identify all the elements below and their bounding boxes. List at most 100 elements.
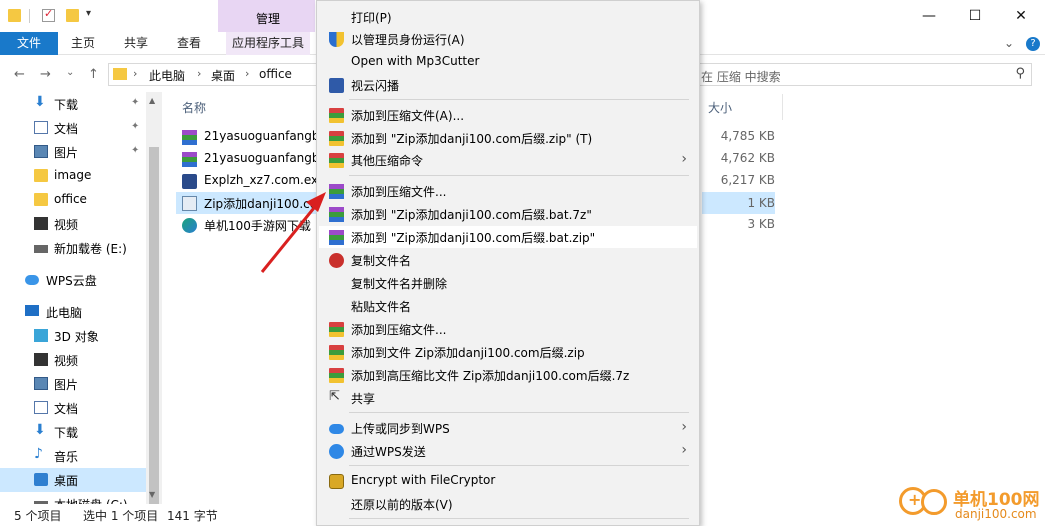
close-button[interactable]: ✕ (998, 4, 1044, 28)
folder-icon[interactable] (8, 9, 21, 22)
menu-item-other-compress[interactable]: 其他压缩命令 › (319, 149, 697, 171)
edge-icon (182, 218, 197, 233)
nav-item-3d-objects[interactable]: 3D 对象 (0, 324, 146, 348)
winrar-icon (329, 108, 344, 123)
search-icon: ⚲ (1015, 66, 1025, 81)
nav-item-drive-e[interactable]: 新加载卷 (E:) (0, 236, 146, 260)
nav-item-documents[interactable]: 文档 ✦ (0, 116, 146, 140)
menu-item-7z-add[interactable]: 添加到压缩文件... (319, 180, 697, 202)
file-size: 4,762 KB (720, 151, 775, 165)
separator (29, 9, 30, 23)
exe-icon (182, 174, 197, 189)
navigation-pane: ⬇ 下载 ✦ 文档 ✦ 图片 ✦ image office 视频 新加载卷 (E… (0, 92, 162, 504)
archive-icon (329, 207, 344, 222)
scroll-up-icon[interactable]: ▲ (149, 96, 155, 105)
menu-item-7z-add-zip[interactable]: 添加到 "Zip添加danji100.com后缀.bat.zip" (319, 226, 697, 248)
nav-item-desktop[interactable]: 桌面 (0, 468, 146, 492)
search-input[interactable]: 在 压缩 中搜索 ⚲ (696, 63, 1032, 86)
manage-tab[interactable]: 管理 (218, 0, 315, 32)
column-divider[interactable] (782, 94, 783, 120)
file-row-selected[interactable]: Zip添加danji100.com (176, 192, 330, 214)
drive-icon (34, 245, 48, 253)
menu-item-print[interactable]: 打印(P) (319, 6, 697, 28)
recent-locations-button[interactable]: ⌄ (66, 67, 74, 78)
menu-item-filecryptor[interactable]: Encrypt with FileCryptor (319, 470, 697, 492)
minimize-button[interactable]: — (906, 4, 952, 28)
column-header-size[interactable]: 大小 (708, 99, 732, 116)
logo-plus: + (908, 490, 922, 509)
menu-item-bandizip-add-zip[interactable]: 添加到文件 Zip添加danji100.com后缀.zip (319, 341, 697, 363)
bandizip-icon (329, 368, 344, 383)
nav-item-videos-pc[interactable]: 视频 (0, 348, 146, 372)
chevron-down-icon[interactable]: ⌄ (1004, 36, 1014, 50)
bandizip-icon (329, 345, 344, 360)
nav-item-drive-c[interactable]: 本地磁盘 (C:) (0, 492, 146, 504)
scroll-down-icon[interactable]: ▼ (149, 490, 155, 499)
file-size: 4,785 KB (720, 129, 775, 143)
menu-item-copy-filename[interactable]: 复制文件名 (319, 249, 697, 271)
archive-icon (182, 152, 197, 167)
menu-item-winrar-add[interactable]: 添加到压缩文件(A)... (319, 104, 697, 126)
breadcrumb-desktop[interactable]: 桌面 (211, 67, 235, 84)
archive-icon (329, 184, 344, 199)
nav-item-music[interactable]: ♪ 音乐 (0, 444, 146, 468)
tab-file[interactable]: 文件 (0, 32, 58, 55)
breadcrumb-this-pc[interactable]: 此电脑 (149, 67, 185, 84)
customize-toolbar-icon[interactable]: ▾ (86, 8, 91, 19)
forward-button[interactable]: → (40, 67, 51, 82)
nav-scrollbar[interactable]: ▲ ▼ (146, 92, 162, 507)
maximize-button[interactable]: ☐ (952, 4, 998, 28)
menu-item-7z-add-7z[interactable]: 添加到 "Zip添加danji100.com后缀.bat.7z" (319, 203, 697, 225)
nav-item-image[interactable]: image (0, 164, 146, 188)
search-placeholder: 在 压缩 中搜索 (701, 70, 781, 84)
menu-item-run-as-admin[interactable]: 以管理员身份运行(A) (319, 28, 697, 50)
nav-item-pictures[interactable]: 图片 ✦ (0, 140, 146, 164)
nav-item-downloads[interactable]: ⬇ 下载 ✦ (0, 92, 146, 116)
watermark-url: danji100.com (955, 507, 1037, 521)
lock-icon (329, 474, 344, 489)
chevron-right-icon: › (681, 419, 687, 435)
column-header-name[interactable]: 名称 (182, 99, 206, 116)
folder-icon (113, 68, 127, 80)
wps-send-icon (329, 444, 344, 459)
menu-item-winrar-add-zip[interactable]: 添加到 "Zip添加danji100.com后缀.zip" (T) (319, 127, 697, 149)
picture-icon (34, 145, 48, 158)
folder-icon (34, 193, 48, 206)
menu-item-paste-filename[interactable]: 粘贴文件名 (319, 295, 697, 317)
menu-item-share[interactable]: ⇱ 共享 (319, 387, 697, 409)
file-size: 3 KB (747, 217, 775, 231)
scroll-thumb[interactable] (149, 147, 159, 507)
picture-icon (34, 377, 48, 390)
menu-item-wps-send[interactable]: 通过WPS发送 › (319, 440, 697, 462)
nav-item-wps-cloud[interactable]: WPS云盘 (0, 268, 146, 292)
tab-share[interactable]: 共享 (124, 32, 148, 55)
tab-view[interactable]: 查看 (177, 32, 201, 55)
tab-application-tools[interactable]: 应用程序工具 (226, 32, 311, 55)
menu-item-restore-versions[interactable]: 还原以前的版本(V) (319, 493, 697, 515)
menu-item-wps-upload[interactable]: 上传或同步到WPS › (319, 417, 697, 439)
breadcrumb-office[interactable]: office (259, 67, 292, 81)
menu-item-shiyun-player[interactable]: 视云闪播 (319, 74, 697, 96)
desktop-icon (34, 473, 48, 486)
chevron-right-icon: › (681, 151, 687, 167)
up-button[interactable]: ↑ (88, 67, 99, 82)
menu-item-bandizip-add-7z[interactable]: 添加到高压缩比文件 Zip添加danji100.com后缀.7z (319, 364, 697, 386)
menu-item-copy-filename-delete[interactable]: 复制文件名并删除 (319, 272, 697, 294)
tab-home[interactable]: 主页 (71, 32, 95, 55)
help-icon[interactable]: ? (1026, 37, 1040, 51)
batch-file-icon (182, 196, 197, 211)
nav-item-documents-pc[interactable]: 文档 (0, 396, 146, 420)
download-icon: ⬇ (34, 422, 46, 438)
menu-item-open-mp3cutter[interactable]: Open with Mp3Cutter (319, 51, 697, 73)
properties-icon[interactable] (42, 7, 55, 22)
status-bytes: 141 字节 (167, 509, 218, 523)
nav-item-this-pc[interactable]: 此电脑 (0, 300, 146, 324)
new-folder-icon[interactable] (66, 9, 79, 22)
computer-icon (25, 305, 39, 316)
nav-item-office[interactable]: office (0, 188, 146, 212)
nav-item-pictures-pc[interactable]: 图片 (0, 372, 146, 396)
nav-item-videos[interactable]: 视频 (0, 212, 146, 236)
menu-item-bandizip-add[interactable]: 添加到压缩文件... (319, 318, 697, 340)
back-button[interactable]: ← (14, 67, 25, 82)
nav-item-downloads-pc[interactable]: ⬇ 下载 (0, 420, 146, 444)
